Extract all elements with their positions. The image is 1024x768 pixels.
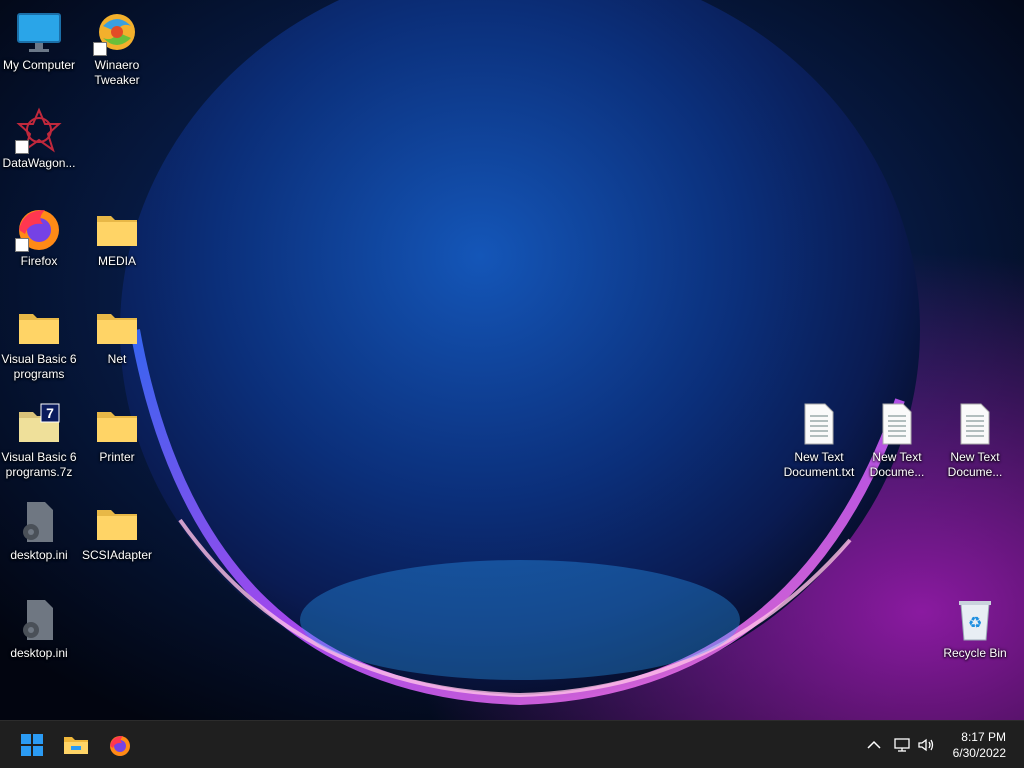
desktop-icon-my-computer[interactable]: My Computer	[0, 4, 78, 100]
text-file-icon	[951, 400, 999, 448]
shortcut-arrow-icon	[15, 140, 29, 154]
recycle-bin-icon: ♻	[951, 596, 999, 644]
clock-time: 8:17 PM	[961, 730, 1006, 744]
desktop-icon-new-text-document-2[interactable]: New Text Docume...	[858, 396, 936, 492]
winaero-tweaker-icon	[93, 8, 141, 56]
icon-label: Winaero Tweaker	[94, 58, 140, 87]
icon-label: My Computer	[2, 58, 76, 72]
volume-icon[interactable]	[916, 735, 936, 755]
icon-label: Net	[107, 352, 127, 366]
icon-label: DataWagon...	[2, 156, 76, 170]
desktop-icon-new-text-document-3[interactable]: New Text Docume...	[936, 396, 1014, 492]
desktop-icon-media-folder[interactable]: MEDIA	[78, 200, 156, 296]
icon-label: New Text Docume...	[947, 450, 1003, 479]
7z-archive-icon: 7	[15, 400, 63, 448]
clock-date: 6/30/2022	[952, 746, 1006, 760]
network-icon[interactable]	[892, 735, 912, 755]
shortcut-arrow-icon	[93, 42, 107, 56]
desktop-icon-firefox[interactable]: Firefox	[0, 200, 78, 296]
desktop-icon-scsiadapter-folder[interactable]: SCSIAdapter	[78, 494, 156, 590]
desktop-icon-vb6-programs-7z[interactable]: 7 Visual Basic 6 programs.7z	[0, 396, 78, 492]
chevron-up-icon[interactable]	[864, 735, 884, 755]
icon-label: Firefox	[20, 254, 58, 268]
file-explorer-icon	[64, 737, 88, 754]
settings-file-icon	[15, 596, 63, 644]
icon-label: New Text Document.txt	[783, 450, 855, 479]
icon-label: Recycle Bin	[943, 646, 1007, 660]
desktop-icon-desktop-ini-2[interactable]: desktop.ini	[0, 592, 78, 688]
svg-text:♻: ♻	[968, 613, 982, 632]
text-file-icon	[873, 400, 921, 448]
firefox-icon	[15, 204, 63, 252]
folder-icon	[93, 498, 141, 546]
shortcut-arrow-icon	[15, 238, 29, 252]
desktop-icon-printer-folder[interactable]: Printer	[78, 396, 156, 492]
desktop-icon-winaero-tweaker[interactable]: Winaero Tweaker	[78, 4, 156, 100]
folder-icon	[93, 204, 141, 252]
datawagon-icon	[15, 106, 63, 154]
svg-text:7: 7	[46, 405, 54, 421]
desktop-icon-net-folder[interactable]: Net	[78, 298, 156, 394]
desktop-icon-desktop-ini-1[interactable]: desktop.ini	[0, 494, 78, 590]
icon-label: MEDIA	[97, 254, 136, 268]
desktop-icon-datawagon[interactable]: DataWagon...	[0, 102, 78, 198]
icon-label: Printer	[99, 450, 135, 464]
monitor-icon	[15, 8, 63, 56]
taskbar: 8:17 PM 6/30/2022	[0, 720, 1024, 768]
icon-label: Visual Basic 6 programs.7z	[1, 450, 77, 479]
system-clock[interactable]: 8:17 PM 6/30/2022	[953, 729, 1006, 761]
firefox-icon	[110, 736, 130, 756]
icon-label: Visual Basic 6 programs	[1, 352, 77, 381]
icon-label: desktop.ini	[10, 646, 68, 660]
settings-file-icon	[15, 498, 63, 546]
icon-label: New Text Docume...	[869, 450, 925, 479]
desktop-icon-recycle-bin[interactable]: ♻ Recycle Bin	[936, 592, 1014, 688]
icon-label: SCSIAdapter	[81, 548, 153, 562]
folder-icon	[15, 302, 63, 350]
firefox-taskbar-button[interactable]	[100, 725, 140, 765]
start-icon	[21, 734, 43, 756]
icon-label: desktop.ini	[10, 548, 68, 562]
start-button[interactable]	[12, 725, 52, 765]
folder-icon	[93, 400, 141, 448]
folder-icon	[93, 302, 141, 350]
text-file-icon	[795, 400, 843, 448]
file-explorer-button[interactable]	[56, 725, 96, 765]
desktop-icon-vb6-programs-folder[interactable]: Visual Basic 6 programs	[0, 298, 78, 394]
desktop-icon-new-text-document-1[interactable]: New Text Document.txt	[780, 396, 858, 492]
